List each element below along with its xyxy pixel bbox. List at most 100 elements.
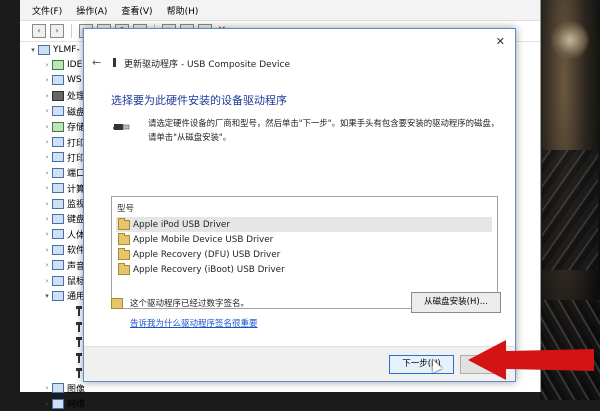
expand-arrow-icon[interactable]: › — [42, 61, 52, 69]
device-category-icon — [52, 60, 64, 71]
driver-list-item[interactable]: Apple iPod USB Driver — [116, 217, 492, 232]
device-category-icon — [52, 121, 64, 132]
tree-item[interactable]: › 监视 — [20, 196, 90, 211]
tree-item[interactable] — [20, 334, 90, 349]
driver-list-item[interactable]: Apple Mobile Device USB Driver — [116, 232, 492, 247]
tree-item[interactable]: › IDE — [20, 57, 90, 72]
tree-item[interactable]: › 打印 — [20, 150, 90, 165]
device-category-icon — [52, 137, 64, 148]
menu-view[interactable]: 查看(V) — [121, 4, 152, 17]
expand-arrow-icon[interactable]: › — [42, 184, 52, 192]
tree-item[interactable]: › 图像 — [20, 381, 90, 396]
driver-rows: Apple iPod USB Driver Apple Mobile Device… — [116, 217, 492, 277]
driver-name: Apple Recovery (DFU) USB Driver — [133, 249, 281, 260]
device-category-icon — [52, 167, 64, 178]
tree-item[interactable]: › 人体 — [20, 227, 90, 242]
back-icon[interactable]: ‹ — [32, 24, 46, 38]
driver-name: Apple Mobile Device USB Driver — [133, 234, 274, 245]
expand-arrow-icon[interactable]: › — [42, 261, 52, 269]
tree-item[interactable]: › 存储 — [20, 119, 90, 134]
expand-arrow-icon[interactable]: › — [42, 153, 52, 161]
red-arrow-icon — [468, 340, 594, 380]
device-category-icon — [52, 383, 64, 394]
have-disk-button[interactable]: 从磁盘安装(H)... — [411, 292, 501, 313]
signing-info-link[interactable]: 告诉我为什么驱动程序签名很重要 — [130, 317, 258, 329]
tree-item[interactable]: › WS — [20, 73, 90, 88]
driver-folder-icon — [118, 262, 130, 275]
driver-folder-icon — [118, 247, 130, 260]
tree-item[interactable] — [20, 304, 90, 319]
tree-item[interactable]: › 软件 — [20, 242, 90, 257]
expand-arrow-icon[interactable]: ▾ — [42, 292, 52, 300]
device-category-icon — [52, 75, 64, 86]
usb-cable-icon — [113, 124, 130, 130]
device-category-icon — [52, 275, 64, 286]
device-category-icon — [52, 106, 64, 117]
tree-item[interactable]: ▾ 通用 — [20, 288, 90, 303]
menu-bar: 文件(F) 操作(A) 查看(V) 帮助(H) — [20, 0, 540, 21]
menu-action[interactable]: 操作(A) — [76, 4, 107, 17]
tree-item[interactable]: › 计算 — [20, 181, 90, 196]
list-header: 型号 — [117, 204, 135, 214]
expand-arrow-icon[interactable]: › — [42, 169, 52, 177]
device-category-icon — [52, 152, 64, 163]
tree-item-label: 网络 — [67, 400, 86, 411]
expand-arrow-icon[interactable]: › — [42, 246, 52, 254]
expand-arrow-icon[interactable]: › — [42, 138, 52, 146]
dialog-footer: 下一步(N) — [84, 346, 515, 381]
page-heading: 选择要为此硬件安装的设备驱动程序 — [111, 94, 287, 107]
expand-arrow-icon[interactable]: › — [42, 400, 52, 408]
device-category-icon — [52, 229, 64, 240]
device-category-icon — [52, 213, 64, 224]
close-icon[interactable]: ✕ — [496, 35, 505, 48]
tree-item[interactable]: › 声音 — [20, 257, 90, 272]
update-driver-dialog: ✕ ← 更新驱动程序 - USB Composite Device 选择要为此硬… — [83, 28, 516, 382]
device-category-icon — [52, 398, 64, 409]
tree-item[interactable]: › 网络 — [20, 396, 90, 411]
device-category-icon — [52, 290, 64, 301]
instruction-text-line2: 请单击"从磁盘安装"。 — [148, 132, 232, 142]
expand-arrow-icon[interactable]: › — [42, 215, 52, 223]
tree-item-label: YLMF- — [53, 44, 80, 55]
device-category-icon — [52, 90, 64, 101]
expand-arrow-icon[interactable]: › — [42, 384, 52, 392]
back-arrow-icon[interactable]: ← — [92, 56, 101, 69]
instruction-text-line1: 请选定硬件设备的厂商和型号，然后单击"下一步"。如果手头有包含要安装的驱动程序的… — [148, 118, 500, 128]
tree-item-label: IDE — [67, 60, 83, 71]
driver-list-item[interactable]: Apple Recovery (DFU) USB Driver — [116, 247, 492, 262]
expand-arrow-icon[interactable]: › — [42, 107, 52, 115]
dialog-title: 更新驱动程序 - USB Composite Device — [124, 60, 290, 70]
driver-folder-icon — [118, 232, 130, 245]
tree-item[interactable] — [20, 319, 90, 334]
expand-arrow-icon[interactable]: ▾ — [28, 46, 38, 54]
tree-item[interactable] — [20, 350, 90, 365]
expand-arrow-icon[interactable]: › — [42, 277, 52, 285]
menu-help[interactable]: 帮助(H) — [167, 4, 199, 17]
signed-driver-icon — [111, 298, 123, 309]
tree-item[interactable]: › 键盘 — [20, 211, 90, 226]
device-category-icon — [52, 198, 64, 209]
tree-item[interactable]: › 处理 — [20, 88, 90, 103]
expand-arrow-icon[interactable]: › — [42, 123, 52, 131]
menu-file[interactable]: 文件(F) — [32, 4, 62, 17]
tree-item[interactable]: › 鼠标 — [20, 273, 90, 288]
tree-item[interactable]: › 磁盘 — [20, 104, 90, 119]
tree-item[interactable]: › 端口 — [20, 165, 90, 180]
expand-arrow-icon[interactable]: › — [42, 200, 52, 208]
expand-arrow-icon[interactable]: › — [42, 230, 52, 238]
device-category-icon — [52, 183, 64, 194]
forward-icon[interactable]: › — [50, 24, 64, 38]
driver-name: Apple iPod USB Driver — [133, 219, 230, 230]
tree-item[interactable] — [20, 365, 90, 380]
device-category-icon — [52, 260, 64, 271]
driver-list-item[interactable]: Apple Recovery (iBoot) USB Driver — [116, 262, 492, 277]
expand-arrow-icon[interactable]: › — [42, 92, 52, 100]
tree-item[interactable]: › 打印 — [20, 134, 90, 149]
signed-status-text: 这个驱动程序已经过数字签名。 — [130, 299, 250, 309]
tree-item[interactable]: ▾ YLMF- — [20, 42, 90, 57]
toolbar-separator — [71, 24, 72, 38]
expand-arrow-icon[interactable]: › — [42, 76, 52, 84]
device-category-icon — [38, 44, 50, 55]
driver-name: Apple Recovery (iBoot) USB Driver — [133, 264, 285, 275]
next-button[interactable]: 下一步(N) — [389, 355, 454, 374]
